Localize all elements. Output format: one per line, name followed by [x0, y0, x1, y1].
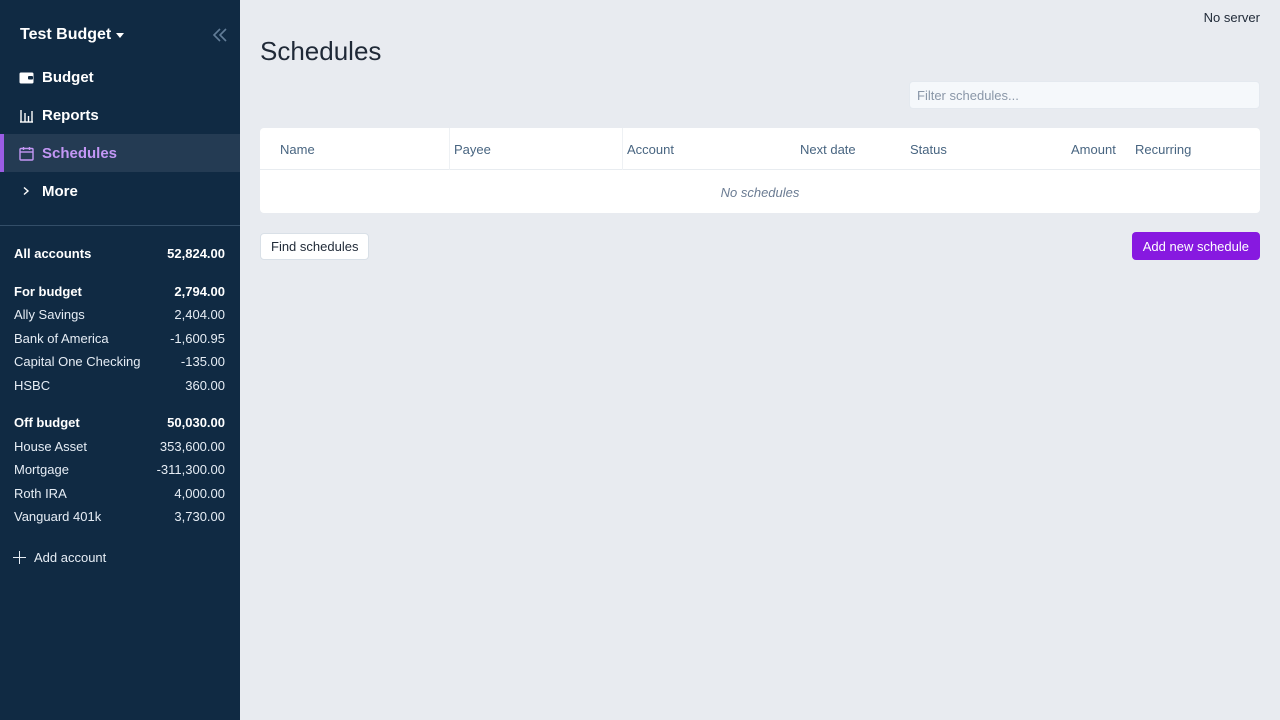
account-ally-savings[interactable]: Ally Savings 2,404.00	[14, 303, 225, 327]
add-account-button[interactable]: Add account	[13, 547, 106, 567]
account-balance: 4,000.00	[174, 485, 225, 501]
double-chevron-left-icon	[212, 28, 227, 42]
account-bank-of-america[interactable]: Bank of America -1,600.95	[14, 327, 225, 351]
filter-schedules-input[interactable]	[909, 81, 1260, 109]
add-new-schedule-button[interactable]: Add new schedule	[1131, 232, 1260, 260]
account-name: House Asset	[14, 438, 87, 454]
column-header-name[interactable]: Name	[280, 128, 315, 170]
account-name: Off budget	[14, 415, 80, 431]
column-header-payee[interactable]: Payee	[449, 128, 491, 170]
account-roth-ira[interactable]: Roth IRA 4,000.00	[14, 482, 225, 506]
bar-chart-icon	[18, 107, 34, 123]
collapse-sidebar-button[interactable]	[210, 26, 230, 44]
account-balance: 52,824.00	[167, 246, 225, 262]
account-balance: -135.00	[180, 354, 225, 370]
budget-name-menu[interactable]: Test Budget	[20, 24, 125, 46]
nav-item-label: Schedules	[42, 144, 118, 162]
column-header-amount[interactable]: Amount	[1071, 128, 1116, 170]
find-schedules-button[interactable]: Find schedules	[260, 233, 370, 260]
nav-item-label: Budget	[42, 68, 94, 86]
account-name: Mortgage	[14, 462, 69, 478]
account-group-off-budget[interactable]: Off budget 50,030.00	[14, 411, 225, 435]
plus-icon	[13, 550, 26, 564]
account-balance: -1,600.95	[170, 330, 225, 346]
nav-item-reports[interactable]: Reports	[0, 96, 240, 134]
chevron-right-icon	[18, 183, 34, 199]
schedules-table: Name Payee Account Next date Status Amou…	[260, 128, 1260, 213]
column-header-account[interactable]: Account	[622, 128, 674, 170]
account-mortgage[interactable]: Mortgage -311,300.00	[14, 458, 225, 482]
account-name: All accounts	[14, 246, 92, 262]
account-balance: 353,600.00	[159, 438, 225, 454]
nav-item-more[interactable]: More	[0, 172, 240, 210]
account-name: Ally Savings	[14, 307, 85, 323]
caret-down-icon	[116, 32, 125, 38]
account-name: Capital One Checking	[14, 354, 141, 370]
account-group-for-budget[interactable]: For budget 2,794.00	[14, 280, 225, 304]
account-house-asset[interactable]: House Asset 353,600.00	[14, 435, 225, 459]
account-hsbc[interactable]: HSBC 360.00	[14, 374, 225, 398]
account-name: HSBC	[14, 377, 51, 393]
account-balance: 2,794.00	[174, 283, 225, 299]
wallet-icon	[18, 69, 34, 85]
nav-item-label: More	[42, 182, 78, 200]
account-balance: 360.00	[185, 377, 225, 393]
account-name: Bank of America	[14, 330, 109, 346]
column-header-status[interactable]: Status	[910, 128, 947, 170]
account-balance: 3,730.00	[174, 509, 225, 525]
account-balance: -311,300.00	[156, 462, 225, 478]
page-title: Schedules	[260, 36, 382, 66]
sidebar-divider	[0, 225, 240, 226]
add-account-label: Add account	[34, 549, 107, 565]
nav-item-budget[interactable]: Budget	[0, 58, 240, 96]
account-balance: 2,404.00	[174, 307, 225, 323]
nav-item-label: Reports	[42, 106, 99, 124]
account-capital-one-checking[interactable]: Capital One Checking -135.00	[14, 350, 225, 374]
column-header-next-date[interactable]: Next date	[800, 128, 856, 170]
account-list: All accounts 52,824.00 For budget 2,794.…	[14, 242, 225, 529]
server-status[interactable]: No server	[1204, 10, 1260, 25]
table-header: Name Payee Account Next date Status Amou…	[260, 128, 1260, 170]
account-name: For budget	[14, 283, 82, 299]
column-header-recurring[interactable]: Recurring	[1135, 128, 1191, 170]
account-name: Vanguard 401k	[14, 509, 102, 525]
calendar-icon	[18, 145, 34, 161]
account-balance: 50,030.00	[167, 415, 225, 431]
sidebar-nav: Budget Reports Schedules More	[0, 58, 240, 210]
account-vanguard-401k[interactable]: Vanguard 401k 3,730.00	[14, 505, 225, 529]
nav-item-schedules[interactable]: Schedules	[0, 134, 240, 172]
account-name: Roth IRA	[14, 485, 67, 501]
account-group-all[interactable]: All accounts 52,824.00	[14, 242, 225, 266]
budget-name: Test Budget	[20, 26, 112, 43]
sidebar: Test Budget Budget Reports Schedules Mor…	[0, 0, 240, 720]
empty-table-message: No schedules	[720, 184, 800, 200]
